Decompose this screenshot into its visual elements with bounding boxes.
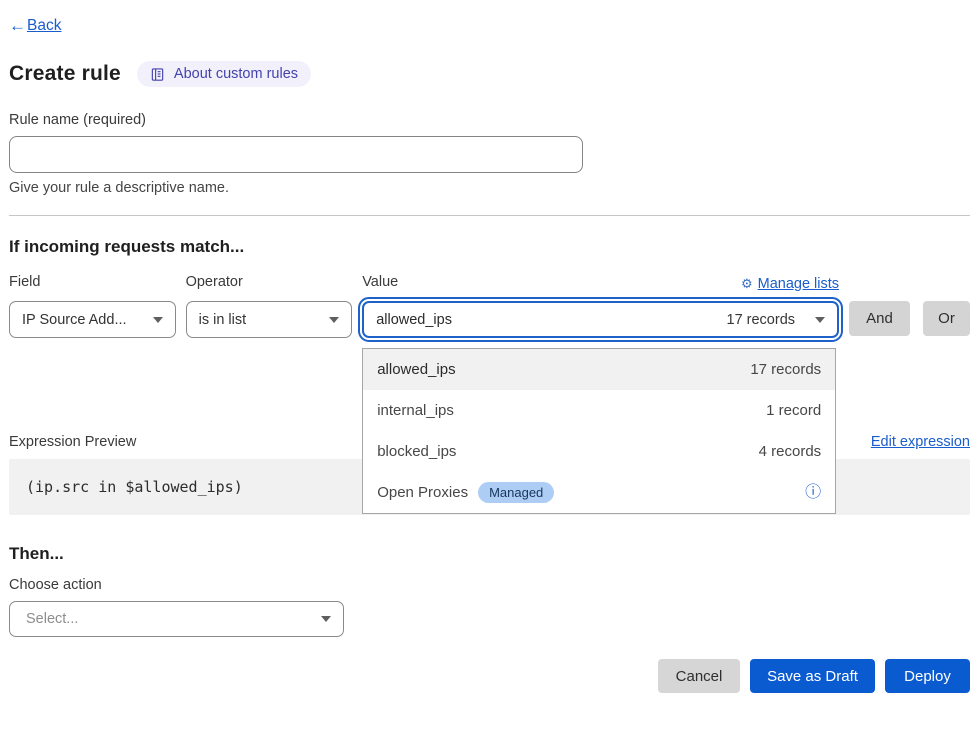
match-section-heading: If incoming requests match... [9, 237, 970, 257]
edit-expression-link[interactable]: Edit expression [871, 434, 970, 450]
dropdown-item-open-proxies[interactable]: Open Proxies Managed ⓘ [363, 472, 835, 513]
value-select-records: 17 records [727, 312, 796, 328]
field-column: Field IP Source Add... [9, 274, 176, 338]
value-select-selected: allowed_ips [376, 312, 452, 328]
list-record-count: 4 records [759, 443, 822, 460]
manage-lists-link[interactable]: ⚙ Manage lists [741, 276, 839, 292]
list-record-count: 17 records [750, 361, 821, 378]
field-label: Field [9, 274, 176, 293]
chevron-down-icon [321, 616, 331, 622]
value-select-right: 17 records [727, 312, 826, 328]
back-arrow-icon: ← [9, 16, 26, 36]
dropdown-item-allowed-ips[interactable]: allowed_ips 17 records [363, 349, 835, 390]
action-select-placeholder: Select... [26, 611, 78, 627]
book-icon [150, 67, 165, 82]
then-section-heading: Then... [9, 544, 970, 564]
field-select[interactable]: IP Source Add... [9, 301, 176, 338]
and-or-buttons: And Or [849, 274, 970, 338]
value-label: Value [362, 274, 398, 293]
cancel-button[interactable]: Cancel [658, 659, 740, 693]
operator-select-value: is in list [199, 312, 247, 328]
managed-badge: Managed [478, 482, 554, 503]
back-row: ←Back [9, 0, 970, 36]
value-dropdown-panel: allowed_ips 17 records internal_ips 1 re… [362, 348, 836, 514]
operator-column: Operator is in list [186, 274, 353, 338]
chevron-down-icon [815, 317, 825, 323]
info-icon[interactable]: ⓘ [805, 485, 821, 501]
dropdown-item-internal-ips[interactable]: internal_ips 1 record [363, 390, 835, 431]
field-select-value: IP Source Add... [22, 312, 127, 328]
choose-action-label: Choose action [9, 577, 970, 593]
footer-actions: Cancel Save as Draft Deploy [9, 659, 970, 693]
open-proxies-left: Open Proxies Managed [377, 482, 554, 503]
chevron-down-icon [329, 317, 339, 323]
create-rule-page: ←Back Create rule About custom rules Rul… [0, 0, 979, 739]
value-select[interactable]: allowed_ips 17 records [362, 301, 839, 338]
action-select[interactable]: Select... [9, 601, 344, 637]
about-pill-label: About custom rules [174, 66, 298, 82]
back-link[interactable]: ←Back [9, 16, 61, 36]
value-column: Value ⚙ Manage lists allowed_ips 17 reco… [362, 274, 839, 338]
or-button[interactable]: Or [923, 301, 970, 336]
title-row: Create rule About custom rules [9, 61, 970, 87]
back-link-label: Back [27, 17, 61, 35]
deploy-button[interactable]: Deploy [885, 659, 970, 693]
list-name: allowed_ips [377, 361, 455, 378]
save-as-draft-button[interactable]: Save as Draft [750, 659, 875, 693]
expression-code: (ip.src in $allowed_ips) [26, 478, 243, 496]
dropdown-item-blocked-ips[interactable]: blocked_ips 4 records [363, 431, 835, 472]
rule-name-helper: Give your rule a descriptive name. [9, 180, 970, 196]
value-label-row: Value ⚙ Manage lists [362, 274, 839, 293]
rule-name-input[interactable] [9, 136, 583, 173]
expression-preview-label: Expression Preview [9, 434, 136, 450]
condition-row: Field IP Source Add... Operator is in li… [9, 274, 970, 338]
and-button[interactable]: And [849, 301, 910, 336]
manage-lists-label: Manage lists [758, 276, 839, 292]
list-record-count: 1 record [766, 402, 821, 419]
about-custom-rules-link[interactable]: About custom rules [137, 61, 311, 87]
list-name: Open Proxies [377, 484, 468, 501]
list-name: blocked_ips [377, 443, 456, 460]
chevron-down-icon [153, 317, 163, 323]
page-title: Create rule [9, 62, 121, 86]
gear-icon: ⚙ [741, 276, 753, 292]
list-name: internal_ips [377, 402, 454, 419]
operator-select[interactable]: is in list [186, 301, 353, 338]
section-divider [9, 215, 970, 216]
rule-name-label: Rule name (required) [9, 112, 970, 128]
operator-label: Operator [186, 274, 353, 293]
